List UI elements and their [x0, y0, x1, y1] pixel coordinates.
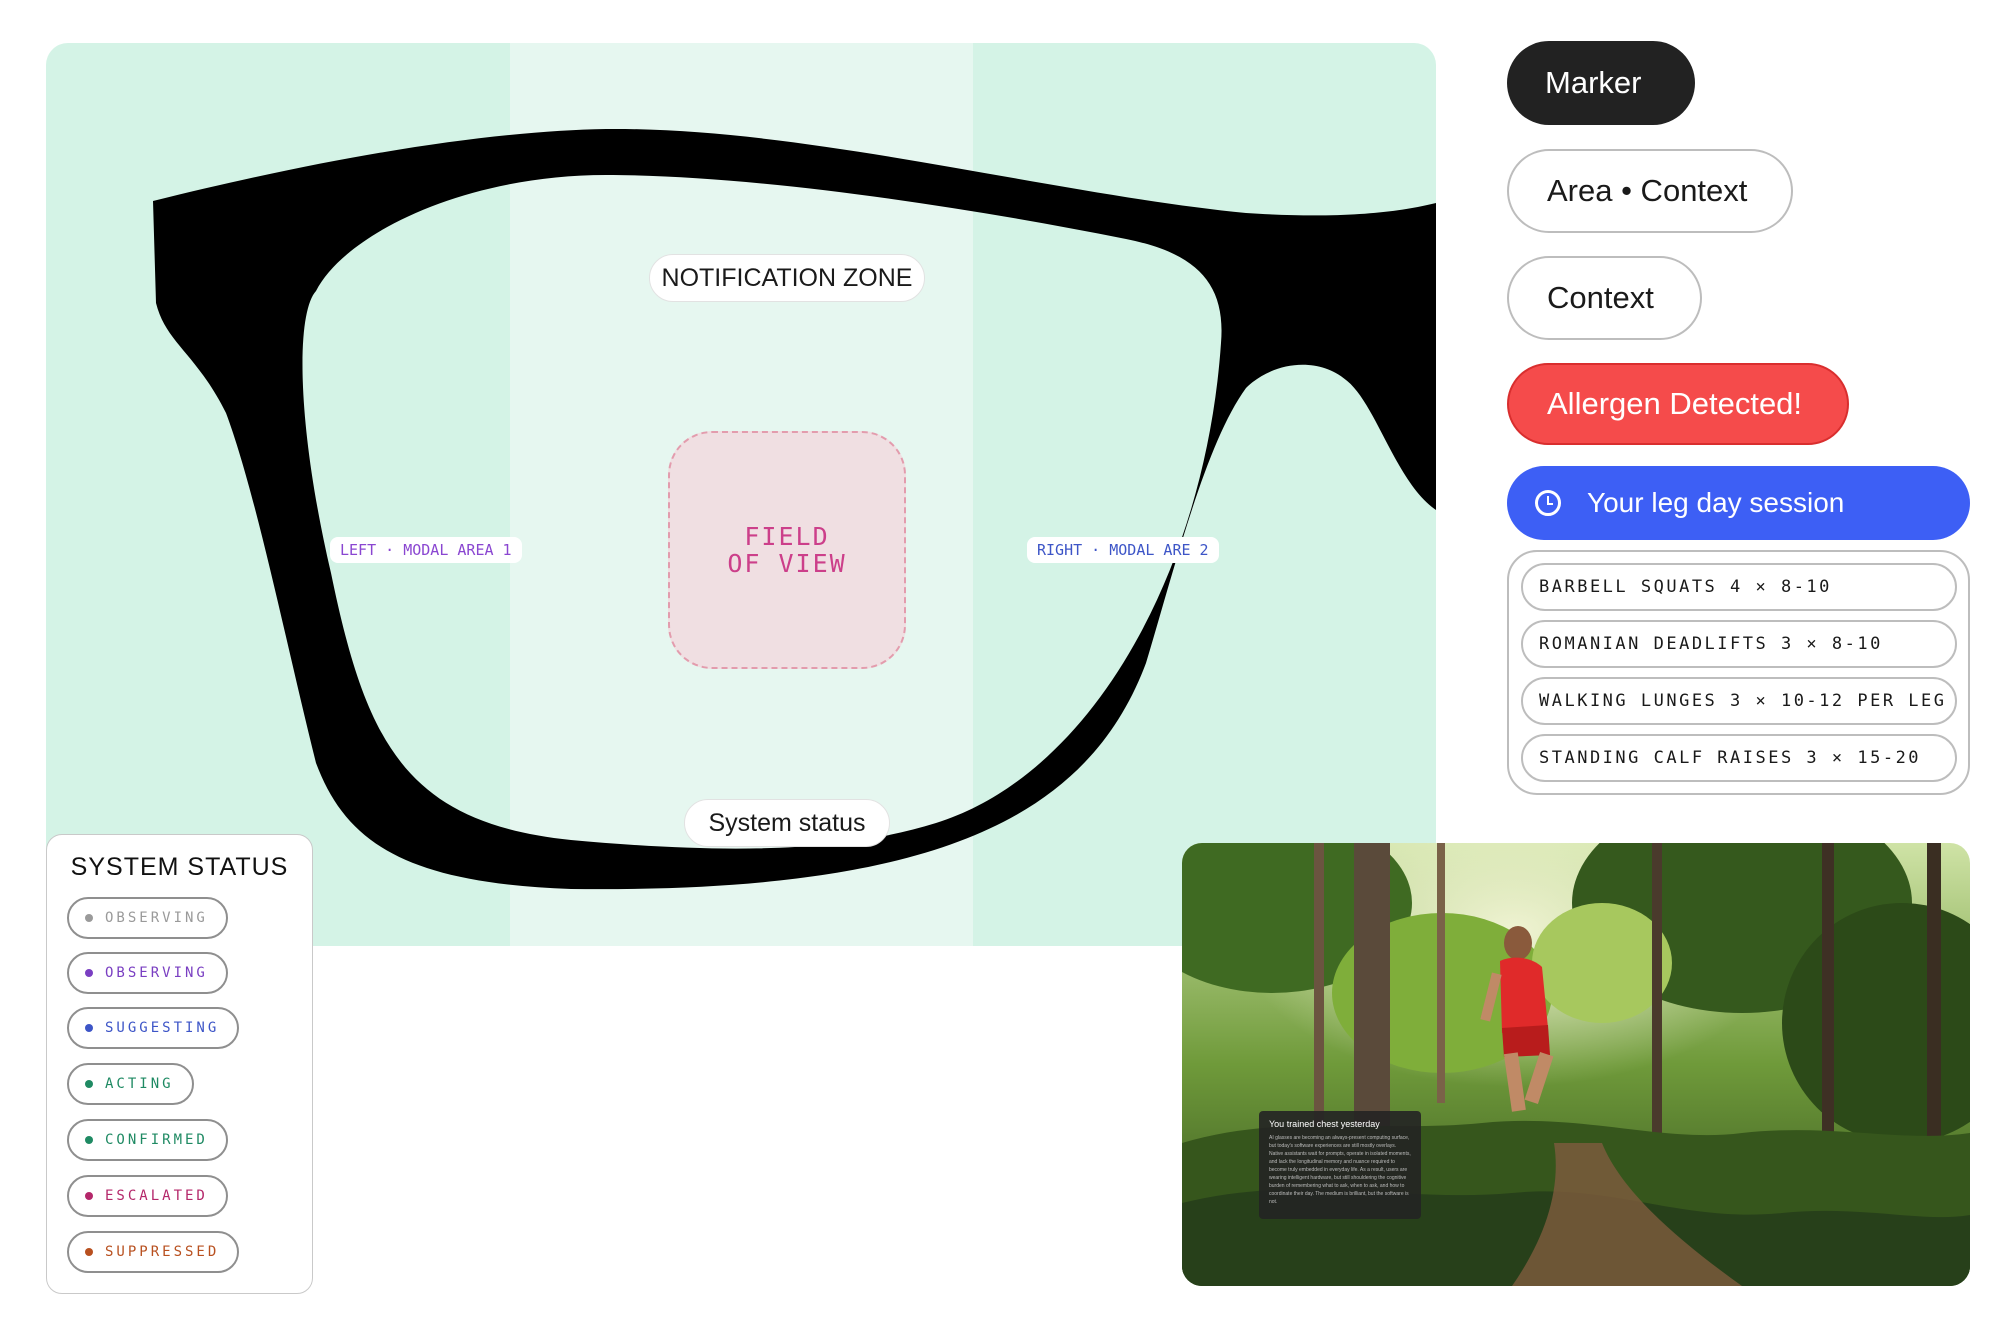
status-chip-label: CONFIRMED [105, 1132, 208, 1148]
system-status-zone-label: System status [684, 799, 890, 847]
status-chip-label: ACTING [105, 1076, 174, 1092]
marker-button-label: Marker [1545, 65, 1642, 100]
status-chip-suppressed[interactable]: SUPPRESSED [67, 1231, 240, 1273]
marker-button[interactable]: Marker [1507, 41, 1695, 125]
status-chip-suggesting[interactable]: SUGGESTING [67, 1007, 240, 1049]
field-of-view-line-2: OF VIEW [727, 549, 847, 578]
ar-notification-body: AI glasses are becoming an always-presen… [1269, 1135, 1411, 1205]
notification-zone-label: NOTIFICATION ZONE [649, 254, 925, 302]
status-dot [85, 914, 93, 922]
field-of-view-box: FIELD OF VIEW [668, 431, 906, 669]
leg-day-session-label: Your leg day session [1587, 487, 1845, 518]
glasses-diagram: NOTIFICATION ZONE LEFT · MODAL AREA 1 RI… [46, 43, 1436, 946]
status-chip-label: SUPPRESSED [105, 1244, 220, 1260]
forest-runner-photo: You trained chest yesterday AI glasses a… [1182, 843, 1970, 1286]
right-modal-area-label: RIGHT · MODAL ARE 2 [1027, 537, 1219, 563]
context-button[interactable]: Context [1507, 256, 1702, 340]
status-chip-label: OBSERVING [105, 965, 208, 981]
status-dot [85, 1136, 93, 1144]
status-chip-label: SUGGESTING [105, 1020, 220, 1036]
area-context-button-label: Area • Context [1547, 173, 1748, 208]
left-modal-area-label: LEFT · MODAL AREA 1 [330, 537, 522, 563]
status-chip-confirmed[interactable]: CONFIRMED [67, 1119, 228, 1161]
status-chip-observing-idle[interactable]: OBSERVING [67, 897, 228, 939]
status-chip-label: OBSERVING [105, 910, 208, 926]
clock-icon [1535, 490, 1561, 516]
context-button-label: Context [1547, 280, 1654, 315]
status-dot [85, 1080, 93, 1088]
ar-notification-card: You trained chest yesterday AI glasses a… [1259, 1111, 1421, 1219]
status-chip-escalated[interactable]: ESCALATED [67, 1175, 228, 1217]
area-context-button[interactable]: Area • Context [1507, 149, 1793, 233]
system-status-card-title: SYSTEM STATUS [70, 853, 289, 881]
exercise-item[interactable]: STANDING CALF RAISES 3 × 15-20 [1521, 734, 1957, 782]
leg-day-session-button[interactable]: Your leg day session [1507, 466, 1970, 540]
forest-scene [1182, 843, 1970, 1286]
status-dot [85, 1192, 93, 1200]
system-status-card: SYSTEM STATUS OBSERVING OBSERVING SUGGES… [46, 834, 313, 1294]
allergen-alert-label: Allergen Detected! [1547, 386, 1803, 421]
field-of-view-line-1: FIELD [744, 522, 830, 551]
status-dot [85, 1024, 93, 1032]
status-chip-acting[interactable]: ACTING [67, 1063, 194, 1105]
allergen-alert-button[interactable]: Allergen Detected! [1507, 363, 1849, 445]
exercise-item[interactable]: ROMANIAN DEADLIFTS 3 × 8-10 [1521, 620, 1957, 668]
status-chip-label: ESCALATED [105, 1188, 208, 1204]
status-chip-observing[interactable]: OBSERVING [67, 952, 228, 994]
exercise-item[interactable]: WALKING LUNGES 3 × 10-12 PER LEG [1521, 677, 1957, 725]
status-dot [85, 969, 93, 977]
exercise-item[interactable]: BARBELL SQUATS 4 × 8-10 [1521, 563, 1957, 611]
exercise-list: BARBELL SQUATS 4 × 8-10 ROMANIAN DEADLIF… [1507, 550, 1970, 795]
ar-notification-title: You trained chest yesterday [1269, 1119, 1380, 1129]
status-dot [85, 1248, 93, 1256]
